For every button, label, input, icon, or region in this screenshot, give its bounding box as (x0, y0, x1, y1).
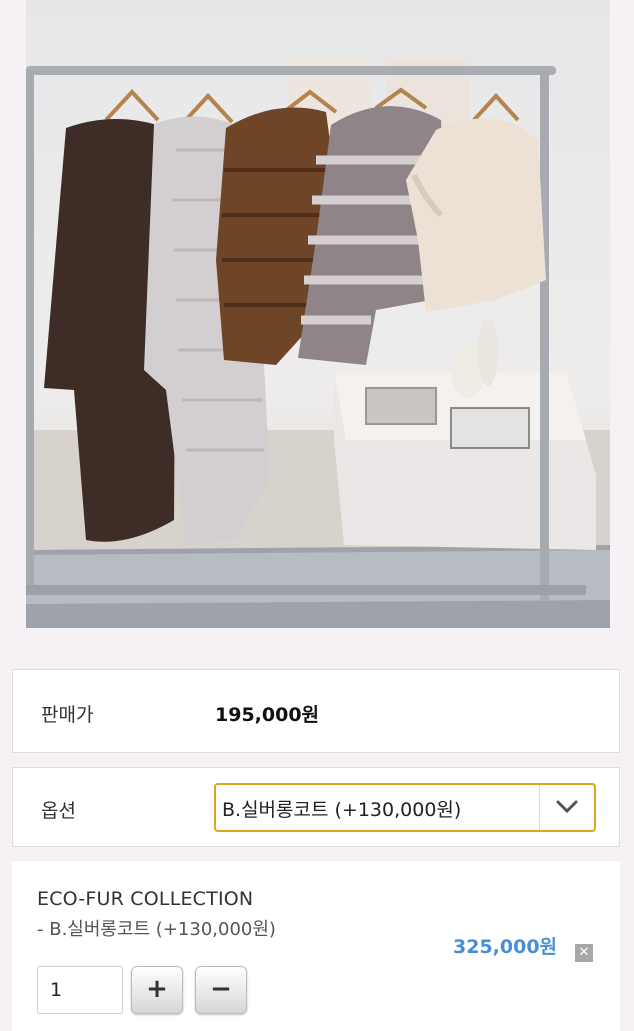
selected-product-name: ECO-FUR COLLECTION (37, 888, 254, 910)
product-photo-illustration (26, 58, 610, 628)
chevron-down-icon (556, 800, 578, 814)
selected-item-total: 325,000원 (453, 936, 558, 958)
option-select[interactable]: B.실버롱코트 (+130,000원) (214, 783, 596, 832)
option-selected-value: B.실버롱코트 (+130,000원) (222, 799, 462, 821)
price-label: 판매가 (41, 704, 94, 726)
quantity-decrease-button[interactable]: − (195, 966, 247, 1014)
option-label: 옵션 (41, 800, 76, 822)
price-section: 판매가 195,000원 (12, 669, 620, 753)
quantity-increase-button[interactable]: + (131, 966, 183, 1014)
selected-option-text: - B.실버롱코트 (+130,000원) (37, 919, 276, 940)
product-image (26, 0, 610, 628)
option-section: 옵션 B.실버롱코트 (+130,000원) (12, 767, 620, 847)
selected-item-section: ECO-FUR COLLECTION - B.실버롱코트 (+130,000원)… (12, 861, 620, 1031)
remove-item-button[interactable]: ✕ (575, 944, 593, 962)
quantity-input[interactable] (37, 966, 123, 1014)
option-dropdown-toggle[interactable] (539, 785, 594, 830)
price-value: 195,000원 (215, 704, 320, 726)
